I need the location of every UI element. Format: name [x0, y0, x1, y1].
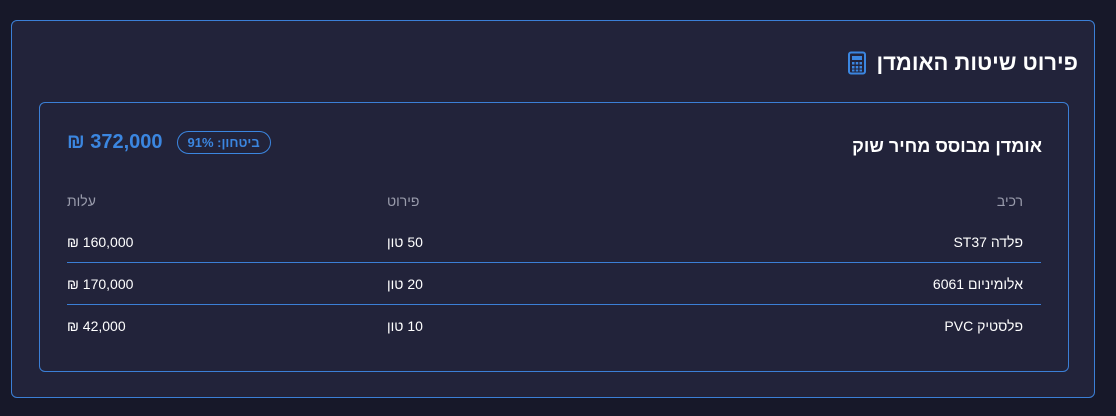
row-cost-value: 42,000 ₪ — [67, 317, 126, 334]
row-component: פלסטיק PVC — [944, 317, 1023, 334]
method-title: אומדן מבוסס מחיר שוק — [852, 136, 1042, 156]
header-detail-label: פירוט — [387, 193, 420, 209]
row-cost: 42,000 ₪ — [67, 305, 387, 347]
cost-breakdown-table: רכיב פירוט עלות פלדה ST37 50 טון 160,000… — [67, 181, 1041, 346]
row-detail: 10 טון — [387, 305, 659, 347]
table-row: אלומיניום 6061 20 טון 170,000 ₪ — [67, 262, 1041, 305]
row-cost-value: 170,000 ₪ — [67, 275, 134, 292]
row-component: אלומיניום 6061 — [659, 262, 1041, 305]
row-detail: 50 טון — [387, 221, 660, 263]
header-detail: פירוט — [387, 181, 659, 221]
header-component: רכיב — [996, 193, 1023, 209]
row-detail-value: 50 טון — [387, 233, 423, 250]
table-header-row: רכיב פירוט עלות — [67, 181, 1041, 221]
table-row: פלדה ST37 50 טון 160,000 ₪ — [67, 221, 1041, 263]
header-cost-label: עלות — [67, 193, 96, 209]
table-row: פלסטיק PVC 10 טון 42,000 ₪ — [67, 305, 1041, 347]
row-detail-value: 20 טון — [387, 275, 423, 292]
calculator-icon — [846, 51, 868, 75]
row-cost-value: 160,000 ₪ — [67, 233, 134, 250]
method-card: אומדן מבוסס מחיר שוק 372,000 ₪ ביטחון: 9… — [39, 102, 1069, 372]
panel-header: פירוט שיטות האומדן — [846, 47, 1078, 79]
row-detail: 20 טון — [387, 262, 660, 305]
row-component: פלדה ST37 — [659, 221, 1041, 263]
header-cost: עלות — [67, 181, 387, 221]
method-summary: 372,000 ₪ ביטחון: 91% — [67, 131, 271, 154]
total-estimate: 372,000 ₪ — [67, 131, 163, 153]
estimation-methods-panel: פירוט שיטות האומדן אומדן מבוסס מחיר שוק … — [11, 20, 1095, 398]
panel-title: פירוט שיטות האומדן — [876, 50, 1078, 75]
row-cost: 170,000 ₪ — [67, 262, 387, 305]
confidence-badge: ביטחון: 91% — [176, 131, 271, 154]
row-cost: 160,000 ₪ — [67, 221, 387, 263]
row-detail-value: 10 טון — [387, 317, 423, 334]
